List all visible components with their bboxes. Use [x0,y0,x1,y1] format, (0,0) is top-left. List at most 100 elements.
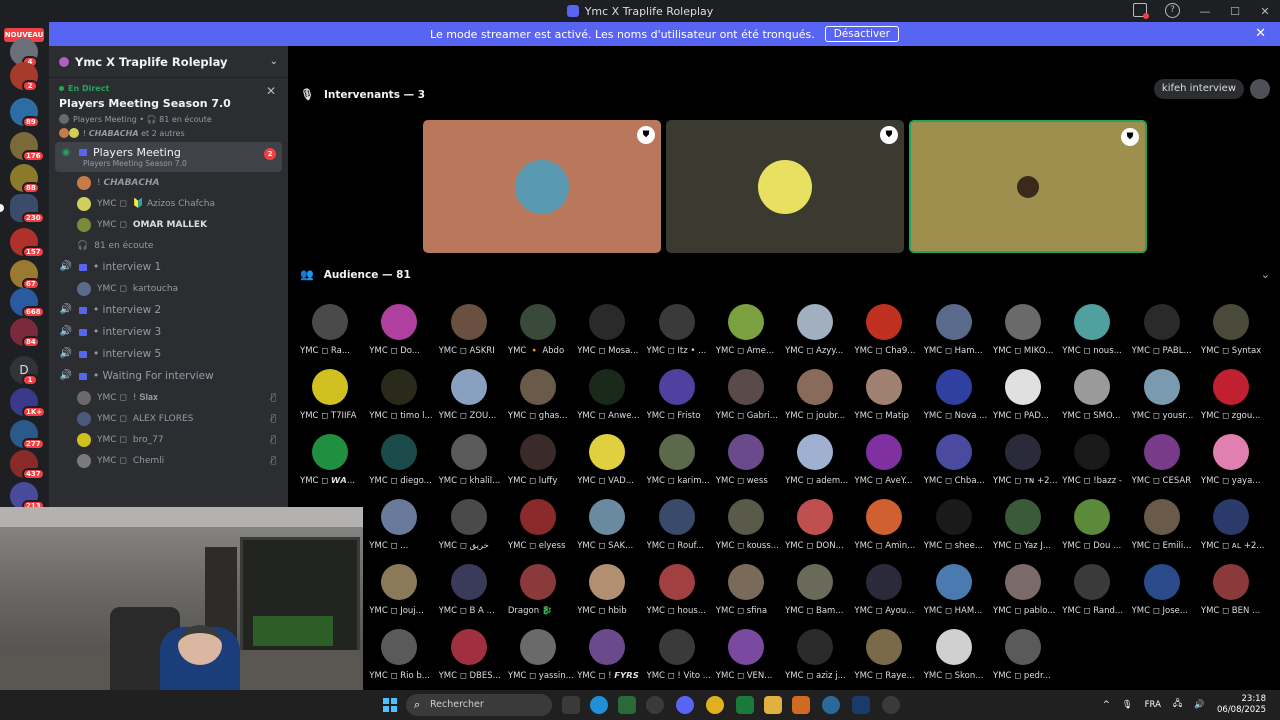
voice-user[interactable]: YMC ◻ ALEX FLORES 🎙̸ [49,408,288,429]
audience-member[interactable]: YMC ◻ PAD... [993,369,1059,429]
audience-member[interactable]: YMC ◻ !bazz - [1062,434,1128,494]
network-icon[interactable]: 🖧 [1173,698,1182,712]
audience-member[interactable]: YMC ◻ Azyy... [785,304,851,364]
audience-member[interactable]: YMC ◻ Gabri... [716,369,782,429]
audience-member[interactable]: YMC ◻ Dou ... [1062,499,1128,559]
clock[interactable]: 23:18 06/08/2025 [1217,694,1266,716]
audience-member[interactable]: YMC ◻ Jose... [1132,564,1198,624]
channel-players-meeting[interactable]: ◉ Players Meeting Players Meeting Season … [55,142,282,172]
help-icon[interactable]: ? [1165,3,1180,18]
audience-member[interactable]: YMC ◻ PABL... [1132,304,1198,364]
voice-user[interactable]: ! 𝘾𝙃𝘼𝘽𝘼𝘾𝙃𝘼 [49,172,288,193]
close-icon[interactable]: ✕ [266,84,276,98]
chrome-icon[interactable] [706,696,724,714]
audience-member[interactable]: YMC ◻ ZOU... [439,369,505,429]
audience-member[interactable]: YMC ◻ SAK... [577,499,643,559]
microphone-icon[interactable]: 🎙 [1122,700,1133,710]
audience-member[interactable]: YMC ◻ MIKO... [993,304,1059,364]
audience-member[interactable]: YMC ◻ Ra... [300,304,366,364]
audience-member[interactable]: YMC ◻ Rand... [1062,564,1128,624]
audience-member[interactable]: YMC ◻ ! Vito ... [647,629,713,689]
maximize-button[interactable]: ☐ [1220,5,1250,18]
audience-member[interactable]: YMC ◻ ... [369,499,435,559]
folder-icon[interactable] [764,696,782,714]
audience-member[interactable]: YMC ◻ aziz j... [785,629,851,689]
audience-member[interactable]: YMC ◻ HAM... [924,564,990,624]
audience-member[interactable]: Dragon 🐉 [508,564,574,624]
audience-member[interactable]: YMC ◻ 𝙒𝘼... [300,434,366,494]
audience-member[interactable]: YMC ◻ Ame... [716,304,782,364]
audience-member[interactable]: YMC ◻ Ham... [924,304,990,364]
audience-member[interactable]: YMC ◻ joubr... [785,369,851,429]
audience-member[interactable]: YMC ◻ SMO... [1062,369,1128,429]
voice-channel[interactable]: 🔊 • interview 5 [49,343,288,365]
audience-member[interactable]: YMC ◻ VAD... [577,434,643,494]
audience-member[interactable]: YMC ◻ VEN... [716,629,782,689]
audience-member[interactable]: YMC ◻ ᴛɴ +2... [993,434,1059,494]
minimize-button[interactable]: — [1190,5,1220,18]
audience-member[interactable]: YMC ◻ wess [716,434,782,494]
audience-member[interactable]: YMC ◻ DON... [785,499,851,559]
voice-user[interactable]: YMC ◻ ! 𝐒𝐥𝐚𝐱 🎙̸ [49,387,288,408]
audience-member[interactable]: YMC ◻ pedr... [993,629,1059,689]
audience-member[interactable]: YMC ◻ Bam... [785,564,851,624]
close-icon[interactable]: ✕ [1255,26,1266,41]
audience-member[interactable]: YMC ◻ AveY... [854,434,920,494]
speaker-tile[interactable]: ⛊ [666,120,904,253]
voice-channel[interactable]: 🔊 • Waiting For interview [49,365,288,387]
audience-member[interactable]: YMC ◻ Fristo [647,369,713,429]
audience-member[interactable]: YMC ◻ elyess [508,499,574,559]
audience-member[interactable]: YMC ◻ karim... [647,434,713,494]
audience-member[interactable]: YMC ◻ خريق [439,499,505,559]
audience-member[interactable]: YMC ◻ yassin... [508,629,574,689]
windows-start-icon[interactable] [383,698,397,712]
audience-member[interactable]: YMC ◻ hbib [577,564,643,624]
audience-member[interactable]: YMC ◻ CESAR [1132,434,1198,494]
audience-member[interactable]: YMC ◻ hous... [647,564,713,624]
audience-member[interactable]: YMC ◻ zgou... [1201,369,1267,429]
audience-member[interactable]: YMC ◻ BEN ... [1201,564,1267,624]
audience-member[interactable]: YMC ◻ Itz • ... [647,304,713,364]
steam-icon[interactable] [852,696,870,714]
voice-user[interactable]: YMC ◻ OMAR MALLEK [49,214,288,235]
audience-member[interactable]: YMC ◻ shee... [924,499,990,559]
audience-member[interactable]: YMC ◻ Yaz J... [993,499,1059,559]
volume-icon[interactable]: 🔊 [1194,700,1205,710]
audience-member[interactable]: YMC 🔸 Abdo [508,304,574,364]
voice-channel[interactable]: 🔊 • interview 1 [49,256,288,278]
audience-member[interactable]: YMC ◻ yousr... [1132,369,1198,429]
audience-member[interactable]: YMC ◻ sfina [716,564,782,624]
audience-member[interactable]: YMC ◻ ASKRI [439,304,505,364]
voice-user[interactable]: YMC ◻ Chemli 🎙̸ [49,450,288,471]
audience-member[interactable]: YMC ◻ adem... [785,434,851,494]
audience-member[interactable]: YMC ◻ kouss... [716,499,782,559]
app-icon[interactable] [646,696,664,714]
live-stage-card[interactable]: En Direct Players Meeting Season 7.0 Pla… [49,78,288,142]
voice-user[interactable]: YMC ◻ 🔰 Azizos Chafcha [49,193,288,214]
audience-member[interactable]: YMC ◻ T7IIFA [300,369,366,429]
audience-member[interactable]: YMC ◻ Nova ... [924,369,990,429]
audience-member[interactable]: YMC ◻ pablo... [993,564,1059,624]
audience-member[interactable]: YMC ◻ Emili... [1132,499,1198,559]
audience-member[interactable]: YMC ◻ Rio b... [369,629,435,689]
audience-member[interactable]: YMC ◻ nous... [1062,304,1128,364]
audience-member[interactable]: YMC ◻ yaya... [1201,434,1267,494]
audience-member[interactable]: YMC ◻ Do... [369,304,435,364]
audience-member[interactable]: YMC ◻ Amin... [854,499,920,559]
audience-member[interactable]: YMC ◻ Rouf... [647,499,713,559]
audience-member[interactable]: YMC ◻ Cha9... [854,304,920,364]
task-view-icon[interactable] [562,696,580,714]
audience-member[interactable]: YMC ◻ ghas... [508,369,574,429]
taskbar-search[interactable]: ⌕ Rechercher [406,694,552,716]
user-pill[interactable]: kifeh interview [1153,79,1244,99]
disable-streamer-button[interactable]: Désactiver [824,26,899,42]
store-icon[interactable] [618,696,636,714]
audience-member[interactable]: YMC ◻ DBES... [439,629,505,689]
media-icon[interactable] [882,696,900,714]
audience-member[interactable]: YMC ◻ Skon... [924,629,990,689]
app-icon[interactable] [736,696,754,714]
audience-member[interactable]: YMC ◻ B A ... [439,564,505,624]
audience-member[interactable]: YMC ◻ ! 𝙁𝙔𝙍𝙎 [577,629,643,689]
avatar[interactable] [1250,79,1270,99]
audience-member[interactable]: YMC ◻ khalil... [439,434,505,494]
